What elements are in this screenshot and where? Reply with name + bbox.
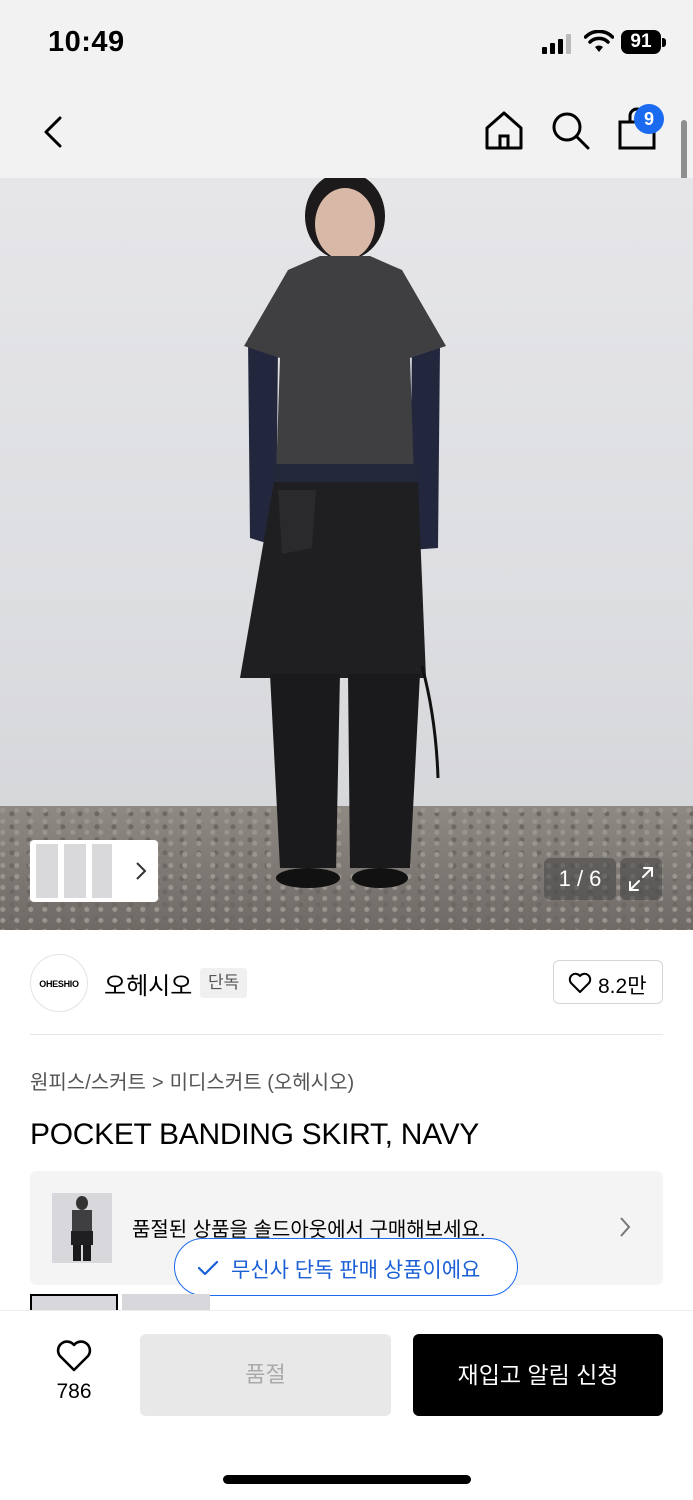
status-time: 10:49 <box>48 26 125 58</box>
wishlist-count: 786 <box>56 1380 92 1403</box>
brand-like-button[interactable]: 8.2만 <box>553 960 663 1004</box>
breadcrumb-subcategory[interactable]: 미디스커트 (오헤시오) <box>170 1072 354 1094</box>
divider <box>30 1034 663 1035</box>
wishlist-button[interactable]: 786 <box>44 1339 104 1409</box>
banner-product-thumbnail <box>52 1193 112 1263</box>
breadcrumb: 원피스/스커트 > 미디스커트 (오헤시오) <box>30 1066 354 1095</box>
gallery-thumbnail[interactable] <box>92 844 112 898</box>
gallery-thumbnail[interactable] <box>64 844 86 898</box>
home-indicator[interactable] <box>223 1475 471 1484</box>
gallery-thumbnail-strip[interactable] <box>30 840 158 902</box>
back-arrow-icon[interactable] <box>36 110 70 154</box>
heart-icon <box>568 972 592 993</box>
home-icon[interactable] <box>484 108 524 152</box>
cellular-signal-icon <box>542 34 571 54</box>
image-counter: 1 / 6 <box>544 858 616 900</box>
search-icon[interactable] <box>550 108 592 152</box>
toast-text: 무신사 단독 판매 상품이에요 <box>231 1259 481 1282</box>
heart-icon <box>56 1340 92 1372</box>
battery-icon: 91 <box>621 30 661 54</box>
checkmark-icon <box>197 1260 219 1276</box>
brand-name[interactable]: 오헤시오 <box>104 966 192 1001</box>
wifi-icon <box>584 30 614 52</box>
product-title: POCKET BANDING SKIRT, NAVY <box>30 1118 479 1151</box>
top-navigation: 9 <box>0 88 693 178</box>
brand-row: OHESHIO 오헤시오 단독 8.2만 <box>30 950 663 1014</box>
breadcrumb-separator: > <box>151 1072 164 1094</box>
exclusive-badge: 단독 <box>200 968 248 998</box>
gallery-thumbnail[interactable] <box>36 844 58 898</box>
battery-tip <box>662 38 666 47</box>
exclusive-toast: 무신사 단독 판매 상품이에요 <box>174 1238 518 1296</box>
chevron-right-icon <box>620 1217 631 1237</box>
expand-icon <box>629 867 653 891</box>
status-bar: 10:49 91 <box>0 0 693 88</box>
chevron-right-icon[interactable] <box>134 860 148 882</box>
cart-count-badge: 9 <box>634 104 664 134</box>
soldout-button[interactable]: 품절 <box>140 1334 391 1416</box>
product-image-gallery[interactable]: 1 / 6 <box>0 178 693 930</box>
bottom-action-bar: 786 품절 재입고 알림 신청 <box>0 1310 693 1500</box>
product-photo-model <box>240 178 446 888</box>
brand-like-count: 8.2만 <box>598 975 647 998</box>
brand-logo[interactable]: OHESHIO <box>30 954 88 1012</box>
expand-image-button[interactable] <box>620 858 662 900</box>
restock-alert-button[interactable]: 재입고 알림 신청 <box>413 1334 663 1416</box>
breadcrumb-category[interactable]: 원피스/스커트 <box>30 1072 146 1094</box>
